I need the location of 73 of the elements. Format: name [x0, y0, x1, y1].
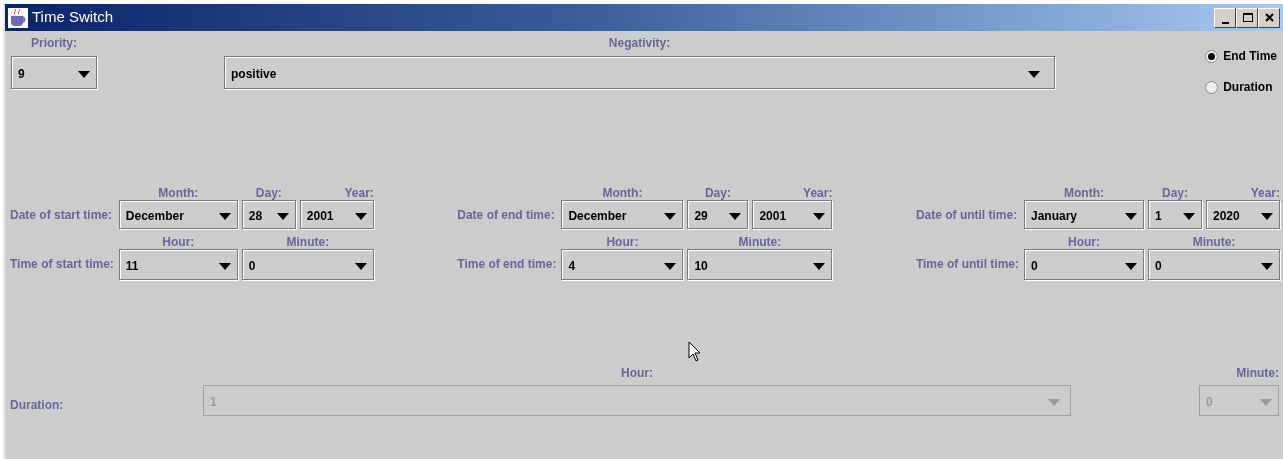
dropdown[interactable]: 4 — [561, 249, 684, 280]
field-label: Minute: — [737, 234, 783, 249]
dropdown[interactable]: 29 — [687, 200, 749, 229]
caret-icon — [218, 212, 231, 220]
field-label: Month: — [601, 185, 644, 200]
dropdown[interactable]: 0 — [241, 249, 374, 280]
field-label: Month: — [157, 185, 200, 200]
field-label: Time of start time: — [10, 256, 115, 271]
dropdown[interactable]: 11 — [118, 249, 238, 280]
caret-icon — [1183, 212, 1195, 220]
dropdown[interactable]: 28 — [241, 200, 296, 229]
caret-icon — [1125, 212, 1137, 220]
caret-icon — [729, 212, 742, 220]
caret-icon — [664, 262, 677, 270]
field-label: Minute: — [285, 234, 331, 249]
radio-button[interactable]: End Time — [1205, 47, 1277, 65]
caret-icon — [78, 70, 90, 78]
caret-icon — [354, 212, 367, 220]
caret-icon — [1048, 398, 1060, 406]
maximize-button[interactable] — [1236, 7, 1258, 28]
caret-icon — [1261, 262, 1273, 270]
radio-button[interactable]: Duration — [1205, 78, 1277, 96]
dropdown[interactable]: January — [1024, 200, 1144, 229]
field-label: Day: — [254, 185, 283, 200]
field-label: Minute: — [1235, 365, 1279, 380]
minimize-icon — [1219, 21, 1231, 24]
field-label: Month: — [1063, 185, 1105, 200]
caret-icon — [1028, 70, 1040, 78]
dropdown[interactable]: 0 — [1024, 249, 1144, 280]
close-button[interactable] — [1258, 7, 1280, 28]
field-label: Time of end time: — [457, 256, 558, 271]
dropdown[interactable]: positive — [224, 56, 1055, 89]
field-label: Priority: — [30, 35, 78, 52]
dropdown[interactable]: 2020 — [1206, 200, 1280, 229]
field-label: Day: — [1161, 185, 1189, 200]
field-label: Date of end time: — [457, 207, 556, 222]
caret-icon — [813, 212, 826, 220]
caret-icon — [354, 262, 367, 270]
dropdown[interactable]: 0 — [1148, 249, 1280, 280]
field-label: Year: — [802, 185, 833, 200]
maximize-icon — [1241, 12, 1253, 23]
dropdown[interactable]: December — [118, 200, 238, 229]
dropdown[interactable]: 9 — [11, 56, 97, 89]
dropdown[interactable]: December — [561, 200, 684, 229]
field-label: Time of until time: — [915, 256, 1020, 271]
field-label: Date of until time: — [915, 207, 1019, 222]
caret-icon — [276, 212, 289, 220]
caret-icon — [1260, 398, 1272, 406]
window-title: Time Switch — [32, 7, 114, 28]
field-label: Hour: — [620, 365, 654, 380]
field-label: Duration: — [10, 397, 65, 412]
dropdown[interactable]: 2001 — [752, 200, 833, 229]
field-label: Date of start time: — [10, 207, 114, 222]
pointer-icon — [688, 341, 702, 363]
field-label: Year: — [343, 185, 374, 200]
field-label: Hour: — [605, 234, 640, 249]
dropdown[interactable]: 2001 — [299, 200, 374, 229]
field-label: Day: — [703, 185, 732, 200]
caret-icon — [1125, 262, 1137, 270]
cup-icon — [8, 7, 28, 28]
caret-icon — [813, 262, 826, 270]
field-label: Hour: — [161, 234, 196, 249]
field-label: Year: — [1249, 185, 1280, 200]
close-icon — [1263, 12, 1275, 23]
field-label: Negativity: — [607, 35, 672, 52]
field-label: Minute: — [1191, 234, 1237, 249]
dropdown[interactable]: 10 — [687, 249, 833, 280]
field-label: Hour: — [1067, 234, 1101, 249]
dropdown[interactable]: 1 — [1148, 200, 1202, 229]
caret-icon — [664, 212, 677, 220]
caret-icon — [1261, 212, 1273, 220]
caret-icon — [218, 262, 231, 270]
minimize-button[interactable] — [1214, 7, 1236, 28]
